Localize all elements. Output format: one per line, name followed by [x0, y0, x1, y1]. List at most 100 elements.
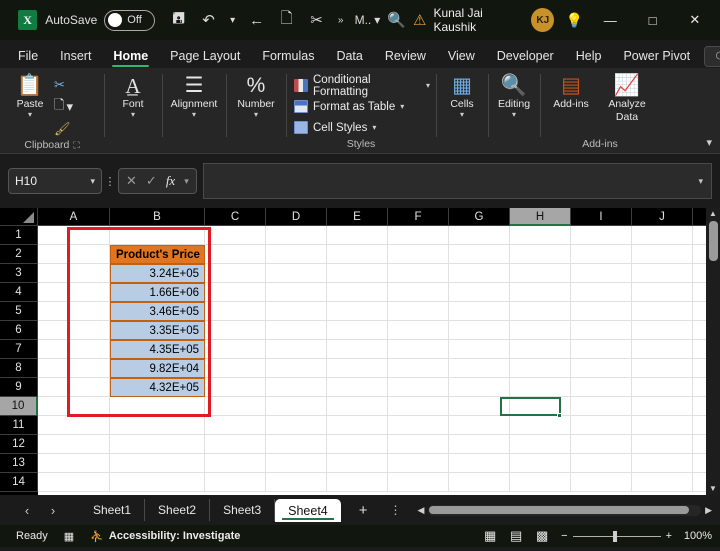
grid-cell[interactable] [327, 226, 388, 245]
grid-cell[interactable] [449, 359, 510, 378]
grid-cell[interactable] [388, 340, 449, 359]
copy-icon[interactable]: 🗋 [273, 6, 301, 34]
row-header-10[interactable]: 10 [0, 397, 38, 416]
row-header-12[interactable]: 12 [0, 435, 38, 454]
grid-cell[interactable] [571, 473, 632, 492]
grid-cell[interactable] [571, 416, 632, 435]
grid-cell[interactable] [388, 473, 449, 492]
grid-cell[interactable] [388, 397, 449, 416]
table-header-cell[interactable]: Product's Price [110, 245, 205, 264]
grid-cell[interactable] [510, 226, 571, 245]
row-header-8[interactable]: 8 [0, 359, 38, 378]
grid-cell[interactable] [632, 397, 693, 416]
grid-cell[interactable] [510, 454, 571, 473]
account-area[interactable]: ⚠ Kunal Jai Kaushik KJ [413, 6, 554, 34]
insert-function-icon[interactable]: fx [166, 173, 175, 189]
grid-cell[interactable] [632, 359, 693, 378]
scroll-right-icon[interactable]: ▶ [701, 505, 716, 516]
grid-cell[interactable] [266, 340, 327, 359]
grid-cell[interactable] [110, 226, 205, 245]
table-cell-b4[interactable]: 1.66E+06 [110, 283, 205, 302]
grid-cell[interactable] [571, 397, 632, 416]
row-header-6[interactable]: 6 [0, 321, 38, 340]
grid-cell[interactable] [510, 340, 571, 359]
grid-cell[interactable] [632, 378, 693, 397]
grid-cell[interactable] [510, 321, 571, 340]
editing-button[interactable]: 🔍 Editing ▾ [494, 71, 534, 119]
grid-cell[interactable] [571, 435, 632, 454]
grid-cell[interactable] [266, 264, 327, 283]
accessibility-button[interactable]: ⛹ Accessibility: Investigate [82, 530, 248, 543]
grid-cell[interactable] [327, 283, 388, 302]
record-macro-button[interactable]: ▦ [56, 530, 82, 543]
back-arrow-icon[interactable]: ← [243, 6, 271, 34]
grid-cell[interactable] [449, 226, 510, 245]
grid-cell[interactable] [205, 226, 266, 245]
grid-cell[interactable] [266, 283, 327, 302]
grid-cell[interactable] [38, 245, 110, 264]
grid-cell[interactable] [449, 416, 510, 435]
grid-cell[interactable] [449, 245, 510, 264]
lightbulb-icon[interactable]: 💡 [560, 6, 589, 34]
grid-cell[interactable] [388, 416, 449, 435]
analyze-data-button[interactable]: 📈 Analyze Data [602, 71, 652, 123]
avatar[interactable]: KJ [531, 8, 554, 32]
zoom-slider[interactable]: − + [561, 530, 672, 542]
grid-cell[interactable] [632, 416, 693, 435]
chevron-down-icon[interactable]: ▾ [184, 176, 189, 187]
column-header-h[interactable]: H [510, 208, 571, 226]
table-cell-b8[interactable]: 9.82E+04 [110, 359, 205, 378]
grid-cell[interactable] [327, 378, 388, 397]
row-header-2[interactable]: 2 [0, 245, 38, 264]
grid-cell[interactable] [632, 302, 693, 321]
grid-cell[interactable] [38, 397, 110, 416]
grid-cell[interactable] [571, 264, 632, 283]
grid-cell[interactable] [38, 435, 110, 454]
row-header-7[interactable]: 7 [0, 340, 38, 359]
format-as-table-button[interactable]: Format as Table ▾ [292, 96, 404, 117]
grid-cell[interactable] [571, 454, 632, 473]
grid-cell[interactable] [632, 264, 693, 283]
grid-cell[interactable] [205, 283, 266, 302]
chevron-left-icon[interactable]: ‹ [14, 503, 40, 518]
grid-cell[interactable] [38, 283, 110, 302]
scroll-up-icon[interactable]: ▲ [709, 208, 717, 220]
tab-insert[interactable]: Insert [50, 46, 101, 68]
vertical-scrollbar[interactable]: ▲ ▼ [706, 208, 720, 495]
zoom-track[interactable] [573, 536, 661, 537]
dialog-launcher-icon[interactable]: ⛶ [73, 140, 79, 151]
column-header-g[interactable]: G [449, 208, 510, 226]
save-icon[interactable]: 🖪 [165, 6, 193, 34]
table-cell-b9[interactable]: 4.32E+05 [110, 378, 205, 397]
grid-cell[interactable] [205, 397, 266, 416]
number-button[interactable]: % Number ▾ [232, 71, 280, 119]
grid-cell[interactable] [510, 473, 571, 492]
grid-cell[interactable] [632, 340, 693, 359]
grid-cell[interactable] [388, 435, 449, 454]
grid-cell[interactable] [388, 321, 449, 340]
column-header-j[interactable]: J [632, 208, 693, 226]
chevron-down-icon[interactable]: ▾ [512, 111, 516, 119]
grid-cell[interactable] [327, 397, 388, 416]
grid-cell[interactable] [510, 378, 571, 397]
grid-cell[interactable] [571, 302, 632, 321]
formula-input[interactable]: ▾ [203, 163, 712, 199]
tab-help[interactable]: Help [566, 46, 612, 68]
grid-cell[interactable] [38, 454, 110, 473]
column-header-e[interactable]: E [327, 208, 388, 226]
horizontal-scrollbar[interactable]: ◀ ▶ [414, 505, 716, 516]
row-header-14[interactable]: 14 [0, 473, 38, 492]
row-header-13[interactable]: 13 [0, 454, 38, 473]
grid-cell[interactable] [510, 264, 571, 283]
table-cell-b7[interactable]: 4.35E+05 [110, 340, 205, 359]
grid-cell[interactable] [110, 435, 205, 454]
grid-cell[interactable] [449, 435, 510, 454]
grid-cell[interactable] [38, 302, 110, 321]
zoom-knob[interactable] [613, 531, 617, 542]
grid-cell[interactable] [388, 264, 449, 283]
search-icon[interactable]: 🔍 [380, 6, 413, 34]
grid-cell[interactable] [571, 340, 632, 359]
grid-cell[interactable] [632, 245, 693, 264]
grid-cell[interactable] [205, 435, 266, 454]
grid-cell[interactable] [38, 416, 110, 435]
